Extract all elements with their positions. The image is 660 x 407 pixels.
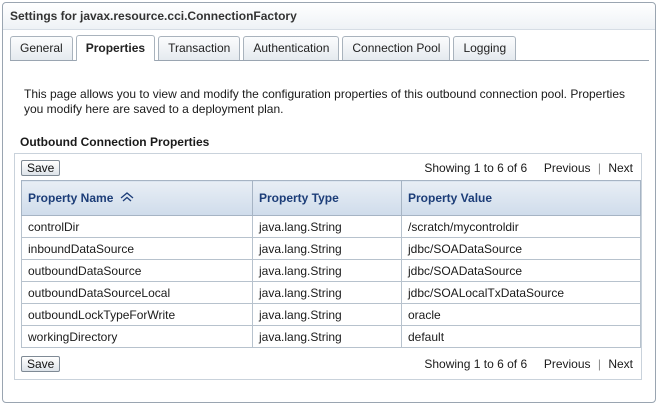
column-header-property-value: Property Value	[401, 180, 641, 216]
property-type-cell: java.lang.String	[252, 215, 402, 238]
sort-ascending-icon[interactable]	[120, 191, 134, 205]
column-header-label: Property Name	[28, 190, 114, 205]
next-link-top[interactable]: Next	[608, 161, 633, 175]
section-title: Outbound Connection Properties	[20, 135, 210, 149]
page-description: This page allows you to view and modify …	[24, 87, 626, 116]
property-name-cell: workingDirectory	[21, 325, 253, 348]
tab-bar: General Properties Transaction Authentic…	[10, 34, 649, 61]
property-name-cell: controlDir	[21, 215, 253, 238]
property-name-cell: outboundDataSourceLocal	[21, 281, 253, 304]
property-value-cell[interactable]: jdbc/SOALocalTxDataSource	[401, 281, 641, 304]
table-row: outboundLockTypeForWrite java.lang.Strin…	[21, 303, 641, 326]
settings-window: Settings for javax.resource.cci.Connecti…	[2, 2, 656, 403]
showing-count-top: Showing 1 to 6 of 6	[424, 161, 528, 175]
showing-count-bottom: Showing 1 to 6 of 6	[424, 357, 528, 371]
table-row: controlDir java.lang.String /scratch/myc…	[21, 215, 641, 238]
property-name-cell: outboundLockTypeForWrite	[21, 303, 253, 326]
tab-authentication[interactable]: Authentication	[243, 36, 340, 60]
property-type-cell: java.lang.String	[252, 237, 402, 260]
table-row: inboundDataSource java.lang.String jdbc/…	[21, 237, 641, 260]
property-type-cell: java.lang.String	[252, 259, 402, 282]
property-value-cell[interactable]: jdbc/SOADataSource	[401, 237, 641, 260]
property-type-cell: java.lang.String	[252, 303, 402, 326]
tab-content: This page allows you to view and modify …	[3, 61, 655, 402]
tab-properties[interactable]: Properties	[75, 35, 156, 61]
next-link-bottom[interactable]: Next	[608, 357, 633, 371]
property-type-cell: java.lang.String	[252, 281, 402, 304]
column-header-property-type: Property Type	[252, 180, 402, 216]
properties-table: Property Name Property Type Property Val…	[21, 180, 641, 348]
tab-connection-pool[interactable]: Connection Pool	[342, 36, 451, 60]
property-name-cell: outboundDataSource	[21, 259, 253, 282]
tab-logging[interactable]: Logging	[453, 36, 517, 60]
table-row: workingDirectory java.lang.String defaul…	[21, 325, 641, 348]
property-value-cell[interactable]: default	[401, 325, 641, 348]
tab-transaction[interactable]: Transaction	[158, 36, 241, 60]
table-row: outboundDataSourceLocal java.lang.String…	[21, 281, 641, 304]
window-title: Settings for javax.resource.cci.Connecti…	[3, 3, 655, 30]
save-button-bottom[interactable]: Save	[21, 356, 61, 372]
pager-divider: |	[597, 161, 601, 175]
tab-general[interactable]: General	[10, 36, 73, 60]
pagination-bottom: Showing 1 to 6 of 6 Previous | Next	[424, 356, 633, 372]
property-type-cell: java.lang.String	[252, 325, 402, 348]
pager-divider: |	[597, 357, 601, 371]
property-value-cell[interactable]: jdbc/SOADataSource	[401, 259, 641, 282]
previous-link-top[interactable]: Previous	[544, 161, 591, 175]
pagination-top: Showing 1 to 6 of 6 Previous | Next	[424, 160, 633, 176]
previous-link-bottom[interactable]: Previous	[544, 357, 591, 371]
save-button-top[interactable]: Save	[21, 160, 61, 176]
property-name-cell: inboundDataSource	[21, 237, 253, 260]
table-header-row: Property Name Property Type Property Val…	[21, 180, 641, 216]
property-value-cell[interactable]: /scratch/mycontroldir	[401, 215, 641, 238]
properties-section: Save Showing 1 to 6 of 6 Previous | Next	[14, 153, 642, 380]
property-value-cell[interactable]: oracle	[401, 303, 641, 326]
column-header-property-name[interactable]: Property Name	[21, 180, 253, 216]
table-row: outboundDataSource java.lang.String jdbc…	[21, 259, 641, 282]
